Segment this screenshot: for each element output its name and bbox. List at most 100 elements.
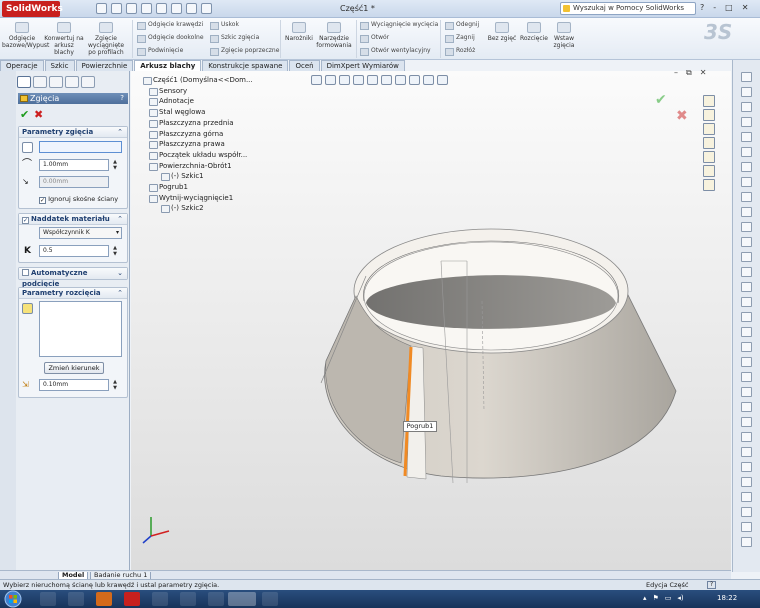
cancel-button[interactable]: ✖ (34, 108, 43, 121)
smart-dimension-icon[interactable] (741, 87, 752, 97)
text-tool-icon[interactable] (741, 267, 752, 277)
point-tool-icon[interactable] (741, 237, 752, 247)
solidworks-logo[interactable]: SolidWorks (2, 1, 63, 17)
confirmation-ok-icon[interactable]: ✔ (655, 92, 667, 108)
k-factor-spinner[interactable]: ▲ ▼ (112, 245, 118, 257)
bend-radius-spinner[interactable]: ▲ ▼ (112, 159, 118, 171)
corners-button[interactable]: Narożniki (279, 21, 319, 42)
flag-icon[interactable]: ⚑ (653, 594, 659, 602)
tab-arkusz-blachy[interactable]: Arkusz blachy (134, 60, 202, 71)
tree-item-sketch2[interactable]: (-) Szkic2 (161, 203, 253, 214)
configuration-manager-tab-icon[interactable] (49, 76, 63, 88)
bend-parameters-header[interactable]: Parametry zgięcia ⌃ (19, 127, 127, 138)
edge-flange-button[interactable]: Odgięcie krawędzi (137, 20, 203, 30)
tree-item-sketch1[interactable]: (-) Szkic1 (161, 171, 253, 182)
unfold-button[interactable]: Odegnij (445, 20, 479, 30)
taskbar-explorer-icon[interactable] (40, 592, 56, 606)
tab-dimxpert[interactable]: DimXpert Wymiarów (320, 60, 405, 71)
status-help-icon[interactable]: ? (707, 581, 716, 589)
viewport-minimize-button[interactable]: – (674, 68, 678, 78)
arc-tool-icon[interactable] (741, 177, 752, 187)
zoom-area-icon[interactable] (325, 75, 336, 85)
slot-tool-icon[interactable] (741, 132, 752, 142)
circular-pattern-icon[interactable] (741, 432, 752, 442)
design-library-icon[interactable] (703, 123, 715, 135)
tree-item-surface-revolve[interactable]: Powierzchnia-Obrót1 (149, 161, 253, 172)
taskbar-app-icon[interactable] (262, 592, 278, 606)
sketched-bend-button[interactable]: Szkic zgięcia (210, 33, 259, 43)
taskbar-app-icon[interactable] (152, 592, 168, 606)
spline-tool-icon[interactable] (741, 222, 752, 232)
rip-edges-list[interactable] (39, 301, 122, 357)
file-explorer-icon[interactable] (703, 137, 715, 149)
select-icon[interactable] (171, 3, 182, 14)
rip-parameters-header[interactable]: Parametry rozcięcia ⌃ (19, 288, 127, 299)
tree-item-material[interactable]: Stal węglowa (149, 107, 253, 118)
offset-entities-icon[interactable] (741, 327, 752, 337)
options-icon[interactable] (201, 3, 212, 14)
apply-scene-icon[interactable] (423, 75, 434, 85)
centerline-tool-icon[interactable] (741, 252, 752, 262)
tree-item-top-plane[interactable]: Płaszczyzna górna (149, 129, 253, 140)
repair-sketch-icon[interactable] (741, 537, 752, 547)
display-style-icon[interactable] (381, 75, 392, 85)
jog-button[interactable]: Uskok (210, 20, 239, 30)
extend-entities-icon[interactable] (741, 372, 752, 382)
view-settings-icon[interactable] (437, 75, 448, 85)
tab-ocen[interactable]: Oceń (289, 60, 320, 71)
taskbar-app-icon[interactable] (68, 592, 84, 606)
tab-konstrukcje-spawane[interactable]: Konstrukcje spawane (202, 60, 289, 71)
taskbar-firefox-icon[interactable] (96, 592, 112, 606)
feature-manager-tab-icon[interactable] (17, 76, 31, 88)
viewport-close-button[interactable]: ✕ (700, 68, 707, 78)
zoom-to-fit-icon[interactable] (311, 75, 322, 85)
minimize-button[interactable]: - (713, 3, 716, 12)
rip-gap-spinner[interactable]: ▲ ▼ (112, 379, 118, 391)
tree-item-front-plane[interactable]: Płaszczyzna przednia (149, 118, 253, 129)
help-button[interactable]: ? (700, 3, 704, 12)
ignore-beveled-faces-checkbox[interactable]: ✓ Ignoruj skośne ściany (39, 195, 118, 204)
tree-item-annotations[interactable]: Adnotacje (149, 96, 253, 107)
parabola-tool-icon[interactable] (741, 207, 752, 217)
tree-item-part[interactable]: Część1 (Domyślna<<Dom... (143, 75, 253, 86)
display-manager-tab-icon[interactable] (81, 76, 95, 88)
convert-entities-icon[interactable] (741, 342, 752, 352)
resources-icon[interactable] (703, 109, 715, 121)
save-icon[interactable] (126, 3, 137, 14)
ellipse-tool-icon[interactable] (741, 192, 752, 202)
maximize-button[interactable]: □ (725, 3, 733, 12)
rotate-entities-icon[interactable] (741, 462, 752, 472)
confirmation-cancel-icon[interactable]: ✖ (676, 108, 688, 124)
chamfer-tool-icon[interactable] (741, 312, 752, 322)
taskbar-app-icon[interactable] (208, 592, 224, 606)
trim-entities-icon[interactable] (741, 357, 752, 367)
mirror-entities-icon[interactable] (741, 402, 752, 412)
linear-pattern-icon[interactable] (741, 417, 752, 427)
change-direction-button[interactable]: Zmień kierunek (44, 362, 104, 374)
tree-item-cut-extrude[interactable]: Wytnij-wyciągnięcie1 (149, 193, 253, 204)
flatten-button[interactable]: Rozłóż (445, 46, 475, 56)
network-icon[interactable]: ▭ (665, 594, 672, 602)
tray-expand-icon[interactable]: ▴ (643, 594, 647, 602)
fixed-face-selection-box[interactable] (39, 141, 122, 153)
line-tool-icon[interactable] (741, 102, 752, 112)
clock[interactable]: 18:22 (717, 594, 737, 602)
open-icon[interactable] (111, 3, 122, 14)
volume-icon[interactable]: ◂) (677, 594, 683, 602)
tree-item-sensors[interactable]: Sensory (149, 86, 253, 97)
tree-item-thicken[interactable]: Pogrub1 (149, 182, 253, 193)
extruded-cut-button[interactable]: Wyciągnięcie wycięcia (360, 20, 438, 30)
bend-radius-field[interactable]: 1.00mm (39, 159, 109, 171)
hole-button[interactable]: Otwór (360, 33, 389, 43)
hem-button[interactable]: Podwinięcie (137, 46, 183, 56)
insert-bends-button[interactable]: Wstaw zgięcia (544, 21, 584, 49)
taskbar-active-solidworks[interactable] (228, 592, 256, 606)
view-orientation-icon[interactable] (367, 75, 378, 85)
polygon-tool-icon[interactable] (741, 147, 752, 157)
convert-to-sheet-metal-button[interactable]: Konwertuj na arkusz blachy (44, 21, 84, 56)
add-relation-icon[interactable] (741, 507, 752, 517)
forming-tool-button[interactable]: Narzędzie formowania (314, 21, 354, 49)
vent-button[interactable]: Otwór wentylacyjny (360, 46, 431, 56)
display-relations-icon[interactable] (741, 522, 752, 532)
new-document-icon[interactable] (96, 3, 107, 14)
